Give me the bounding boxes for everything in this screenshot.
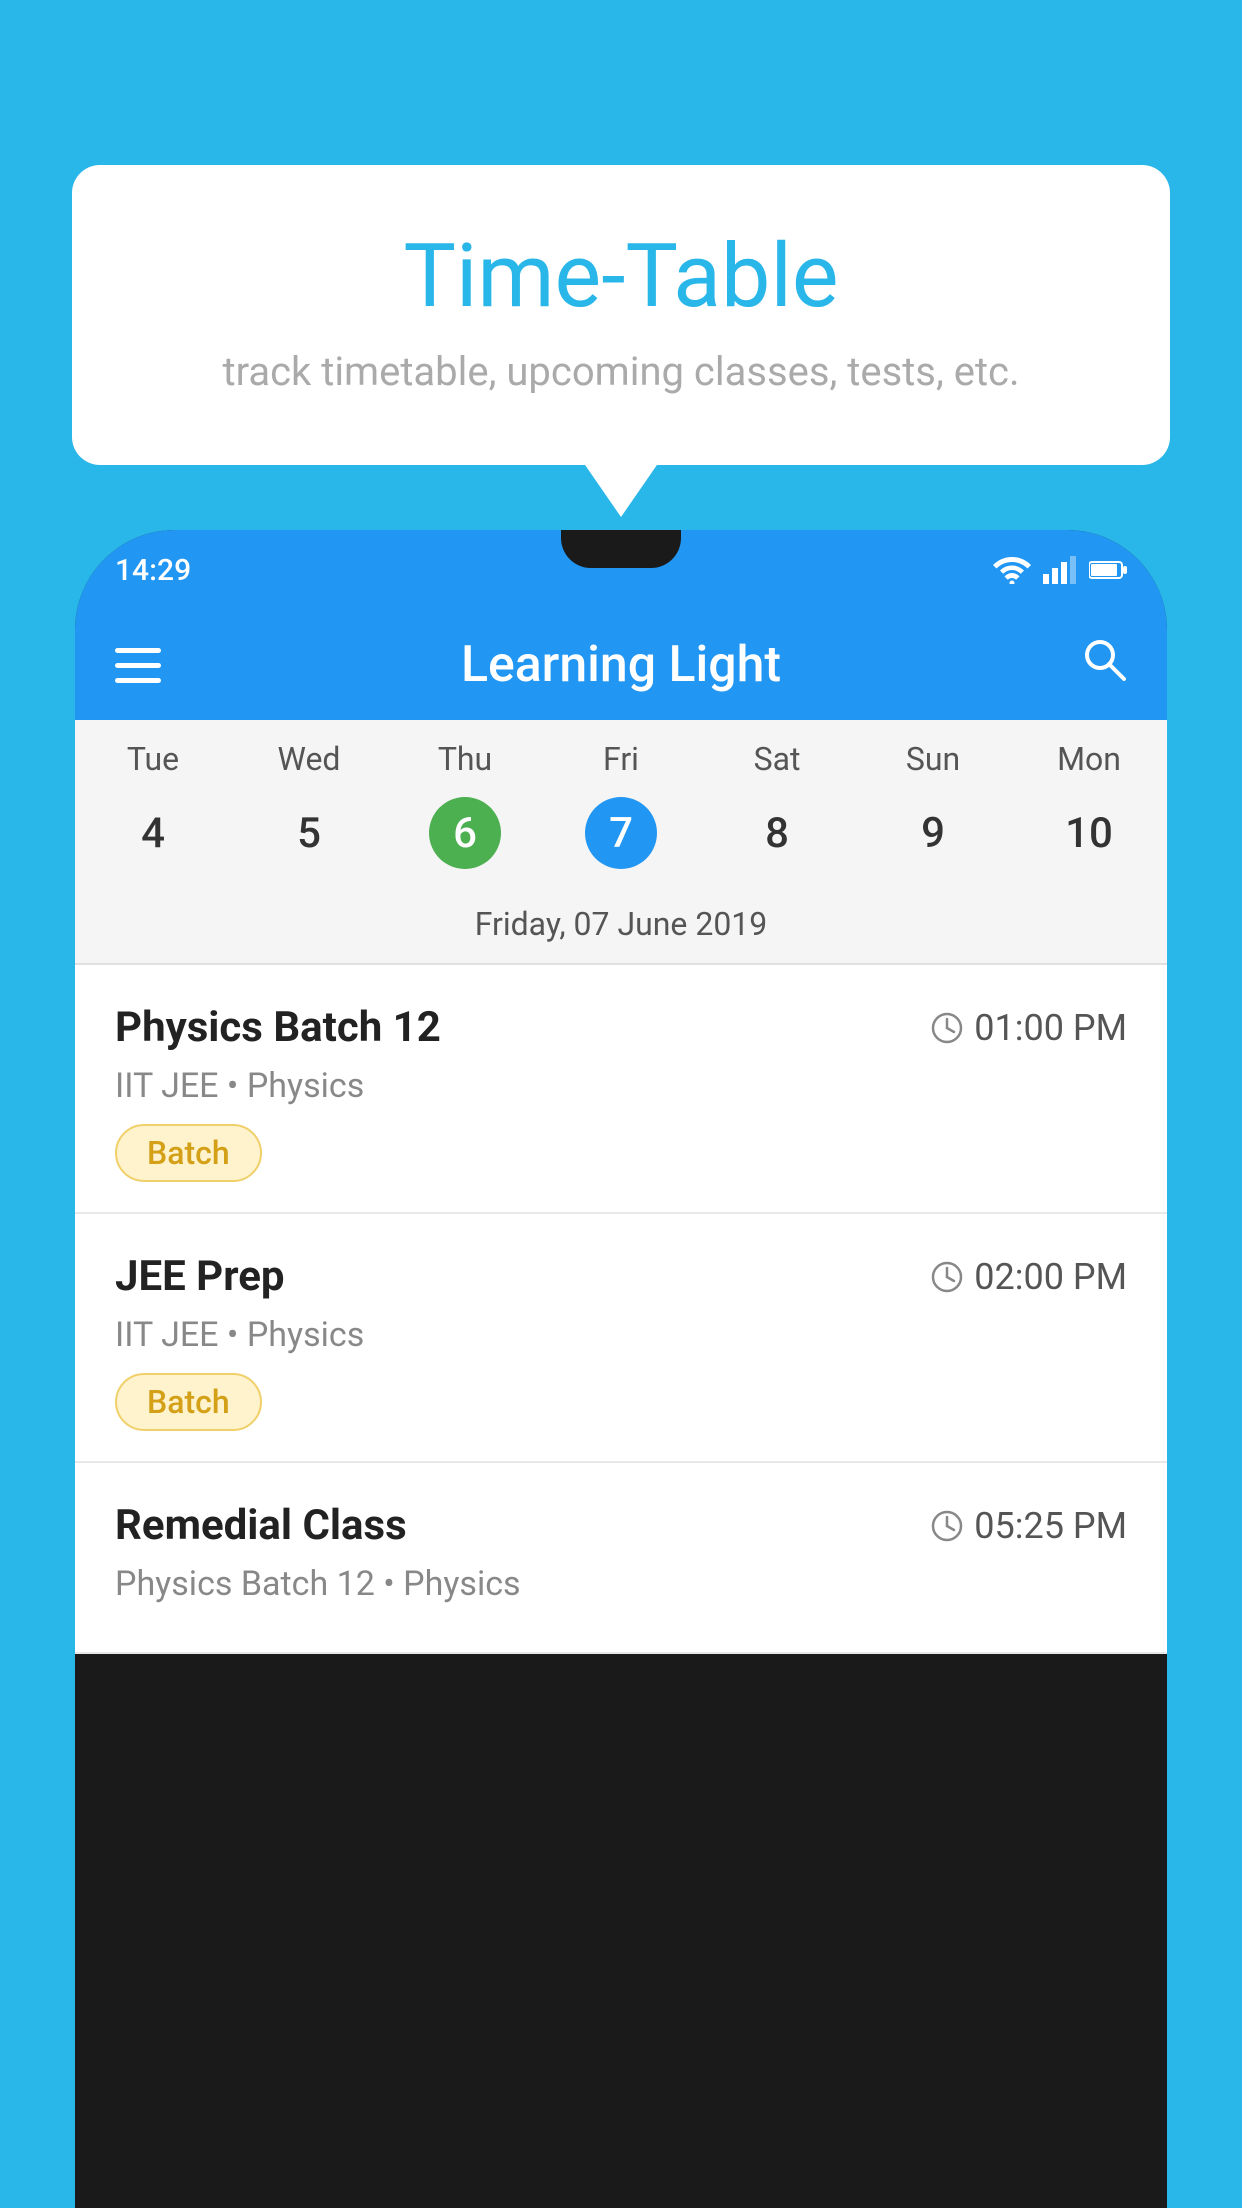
clock-icon-3 bbox=[930, 1509, 964, 1543]
status-bar: 14:29 bbox=[75, 530, 1167, 610]
calendar-day-4[interactable]: 4 bbox=[75, 793, 231, 873]
status-time: 14:29 bbox=[115, 553, 191, 588]
tooltip-title: Time-Table bbox=[122, 225, 1120, 328]
day-header-thu: Thu bbox=[387, 740, 543, 778]
tooltip-subtitle: track timetable, upcoming classes, tests… bbox=[122, 348, 1120, 395]
day-header-fri: Fri bbox=[543, 740, 699, 778]
signal-icon bbox=[1043, 556, 1077, 584]
calendar-day-6-today[interactable]: 6 bbox=[429, 797, 501, 869]
schedule-item-3[interactable]: Remedial Class 05:25 PM Physics Batch 12… bbox=[75, 1463, 1167, 1654]
day-header-wed: Wed bbox=[231, 740, 387, 778]
schedule-item-1-time: 01:00 PM bbox=[930, 1007, 1127, 1049]
app-bar-title: Learning Light bbox=[461, 636, 781, 694]
calendar-day-5[interactable]: 5 bbox=[231, 793, 387, 873]
batch-badge-2: Batch bbox=[115, 1373, 262, 1431]
day-header-sat: Sat bbox=[699, 740, 855, 778]
hamburger-menu-icon[interactable] bbox=[115, 648, 161, 683]
clock-icon-2 bbox=[930, 1260, 964, 1294]
schedule-item-3-sub: Physics Batch 12 • Physics bbox=[115, 1564, 1127, 1604]
schedule-item-3-header: Remedial Class 05:25 PM bbox=[115, 1501, 1127, 1550]
calendar-day-9[interactable]: 9 bbox=[855, 793, 1011, 873]
schedule-item-3-title: Remedial Class bbox=[115, 1501, 407, 1550]
selected-date-label: Friday, 07 June 2019 bbox=[75, 893, 1167, 963]
schedule-list: Physics Batch 12 01:00 PM IIT JEE • Phys… bbox=[75, 965, 1167, 1654]
battery-icon bbox=[1089, 559, 1127, 581]
calendar-day-10[interactable]: 10 bbox=[1011, 793, 1167, 873]
clock-icon bbox=[930, 1011, 964, 1045]
app-bar: Learning Light bbox=[75, 610, 1167, 720]
batch-badge-1: Batch bbox=[115, 1124, 262, 1182]
day-numbers: 4 5 6 7 8 9 10 bbox=[75, 793, 1167, 893]
phone-frame: 14:29 bbox=[75, 530, 1167, 2208]
status-icons bbox=[993, 556, 1127, 584]
calendar-strip: Tue Wed Thu Fri Sat Sun Mon 4 5 6 7 8 9 … bbox=[75, 720, 1167, 965]
schedule-item-2-title: JEE Prep bbox=[115, 1252, 285, 1301]
schedule-item-2-time: 02:00 PM bbox=[930, 1256, 1127, 1298]
schedule-item-3-time: 05:25 PM bbox=[930, 1505, 1127, 1547]
schedule-item-2-header: JEE Prep 02:00 PM bbox=[115, 1252, 1127, 1301]
wifi-icon bbox=[993, 556, 1031, 584]
schedule-item-1-sub: IIT JEE • Physics bbox=[115, 1066, 1127, 1106]
schedule-item-1[interactable]: Physics Batch 12 01:00 PM IIT JEE • Phys… bbox=[75, 965, 1167, 1214]
tooltip-card: Time-Table track timetable, upcoming cla… bbox=[72, 165, 1170, 465]
search-icon[interactable] bbox=[1081, 636, 1127, 695]
schedule-item-1-header: Physics Batch 12 01:00 PM bbox=[115, 1003, 1127, 1052]
day-headers: Tue Wed Thu Fri Sat Sun Mon bbox=[75, 740, 1167, 793]
schedule-item-2[interactable]: JEE Prep 02:00 PM IIT JEE • Physics Batc… bbox=[75, 1214, 1167, 1463]
day-header-mon: Mon bbox=[1011, 740, 1167, 778]
calendar-day-8[interactable]: 8 bbox=[699, 793, 855, 873]
schedule-item-1-title: Physics Batch 12 bbox=[115, 1003, 441, 1052]
day-header-sun: Sun bbox=[855, 740, 1011, 778]
calendar-day-7-selected[interactable]: 7 bbox=[585, 797, 657, 869]
phone-notch bbox=[561, 530, 681, 568]
schedule-item-2-sub: IIT JEE • Physics bbox=[115, 1315, 1127, 1355]
day-header-tue: Tue bbox=[75, 740, 231, 778]
